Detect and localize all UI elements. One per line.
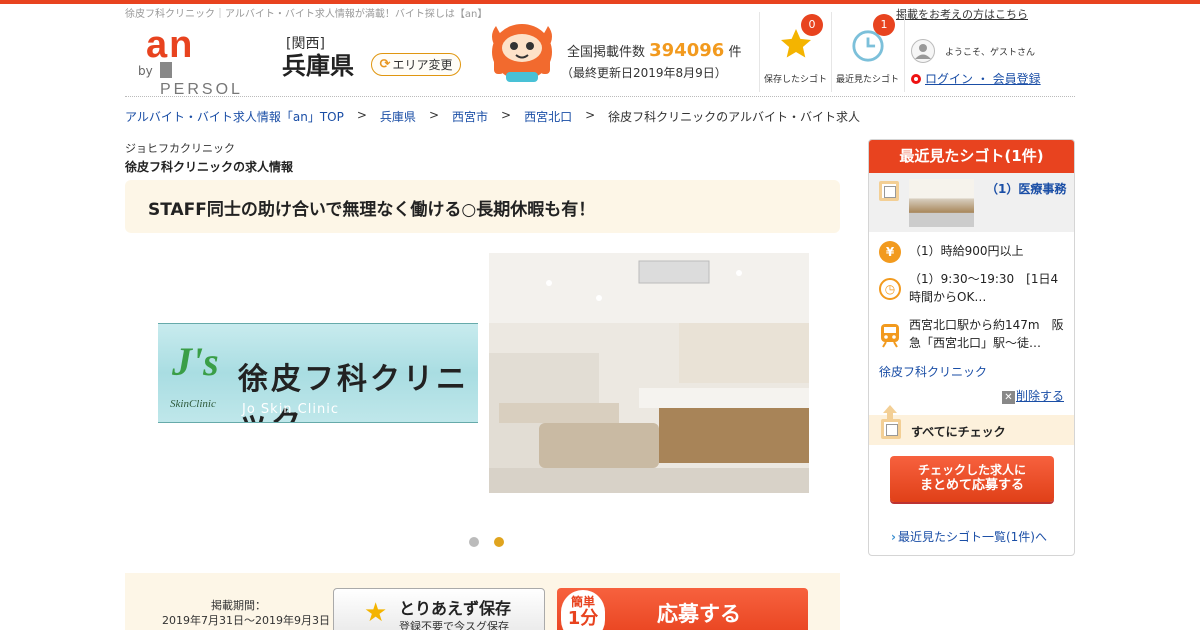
mascot-icon — [492, 24, 552, 82]
login-register-link[interactable]: ログイン ・ 会員登録 — [911, 70, 1041, 87]
close-icon: ✕ — [1001, 391, 1015, 404]
prefecture-title: 兵庫県 — [282, 52, 354, 80]
listing-count: 全国掲載件数 394096 件 — [567, 40, 742, 61]
breadcrumb-prefecture[interactable]: 兵庫県 — [380, 108, 416, 125]
company-kana: ジョヒフカクリニック — [125, 142, 235, 155]
site-tagline: 徐皮フ科クリニック｜アルバイト・バイト求人情報が満載！バイト探しは【an】 — [125, 9, 488, 20]
save-for-now-button[interactable]: ★ とりあえず保存 登録不要で今スグ保存 — [333, 588, 545, 630]
job-heading: 徐皮フ科クリニックの求人情報 — [125, 160, 294, 174]
breadcrumb-separator: > — [356, 108, 367, 122]
job-thumbnail[interactable] — [909, 179, 974, 227]
saved-count-badge: 0 — [801, 14, 823, 36]
bulk-apply-button[interactable]: チェックした求人に まとめて応募する — [890, 456, 1054, 502]
slide-dot-1[interactable] — [469, 537, 479, 547]
hours-text: （1）9:30～19:30 [1日4時間からOK… — [909, 272, 1059, 304]
company-link[interactable]: 徐皮フ科クリニック — [879, 363, 987, 380]
clinic-logo-sub: SkinClinic — [170, 398, 216, 410]
slide-clinic-logo[interactable]: J's SkinClinic 徐皮フ科クリニック Jo Skin Clinic — [158, 323, 478, 423]
area-change-label: エリア変更 — [392, 58, 453, 72]
recent-jobs-label: 最近見たシゴト — [835, 75, 899, 85]
apply-button-label: 応募する — [657, 602, 741, 626]
recent-jobs-button[interactable]: 1 最近見たシゴト — [831, 12, 903, 92]
recent-job-item: （1）医療事務 — [869, 173, 1074, 232]
site-logo[interactable]: an by PERSOL — [138, 24, 253, 98]
breadcrumb-separator: > — [501, 108, 512, 122]
recent-job-title[interactable]: （1）医療事務 — [986, 180, 1066, 197]
bulk-apply-line2: まとめて応募する — [919, 478, 1024, 493]
check-all-row[interactable]: すべてにチェック — [869, 405, 1074, 445]
breadcrumb-current: 徐皮フ科クリニックのアルバイト・バイト求人 — [608, 110, 861, 124]
breadcrumb-city[interactable]: 西宮市 — [452, 108, 488, 125]
access-text: 西宮北口駅から約147m 阪急「西宮北口」駅～徒… — [909, 318, 1064, 350]
breadcrumb-station[interactable]: 西宮北口 — [524, 108, 572, 125]
user-icon — [915, 44, 931, 59]
train-icon — [881, 324, 899, 348]
check-all-checkbox[interactable] — [881, 419, 901, 439]
login-dot-icon — [911, 74, 921, 84]
clinic-logo-mark: J's — [172, 339, 219, 384]
logo-by: by — [138, 64, 153, 78]
period-value: 2019年7月31日～2019年9月3日 — [162, 614, 330, 627]
delete-link[interactable]: ✕ 削除する — [1001, 387, 1064, 404]
breadcrumb-top[interactable]: アルバイト・バイト求人情報「an」TOP — [125, 108, 344, 125]
save-button-label: とりあえず保存 — [399, 599, 512, 618]
star-icon: ★ — [364, 598, 388, 628]
saved-jobs-button[interactable]: 0 保存したシゴト — [759, 12, 831, 92]
area-change-button[interactable]: ⟳ エリア変更 — [371, 53, 461, 76]
user-area: ようこそ、ゲストさん ログイン ・ 会員登録 — [904, 12, 1074, 92]
recent-panel-title: 最近見たシゴト(1件) — [869, 140, 1074, 173]
period-label: 掲載期間： — [211, 599, 266, 612]
top-accent-bar — [0, 0, 1200, 4]
job-checkbox[interactable] — [879, 181, 899, 201]
check-all-label: すべてにチェック — [911, 425, 1006, 439]
last-updated: （最終更新日2019年8月9日） — [561, 66, 727, 80]
refresh-icon: ⟳ — [379, 57, 391, 72]
apply-button[interactable]: 簡単 1分 応募する — [557, 588, 808, 630]
logo-an: an — [146, 24, 195, 66]
header-divider — [125, 96, 1075, 97]
breadcrumb-separator: > — [585, 108, 596, 122]
slide-indicator — [469, 537, 504, 547]
saved-jobs-label: 保存したシゴト — [763, 75, 827, 85]
welcome-text: ようこそ、ゲストさん — [945, 48, 1036, 58]
arrow-up-icon — [883, 405, 897, 419]
clinic-logo-name-en: Jo Skin Clinic — [242, 402, 339, 417]
breadcrumb: アルバイト・バイト求人情報「an」TOP > 兵庫県 > 西宮市 > 西宮北口 … — [125, 108, 860, 125]
listing-count-number: 394096 — [649, 40, 725, 61]
slide-clinic-photo[interactable] — [489, 253, 809, 493]
slide-dot-2-active[interactable] — [494, 537, 504, 547]
logo-persol: PERSOL — [160, 62, 253, 99]
avatar — [911, 39, 935, 63]
quick-apply-badge: 簡単 1分 — [561, 590, 605, 630]
chevron-right-icon: › — [891, 530, 896, 544]
recent-count-badge: 1 — [873, 14, 895, 36]
recent-list-link[interactable]: › 最近見たシゴト一覧(1件)へ — [891, 528, 1047, 545]
breadcrumb-separator: > — [428, 108, 439, 122]
catch-copy: STAFF同士の助け合いで無理なく働ける○長期休暇も有！ — [125, 180, 840, 233]
apply-bar: 掲載期間： 2019年7月31日～2019年9月3日 ★ とりあえず保存 登録不… — [125, 573, 840, 630]
save-button-sublabel: 登録不要で今スグ保存 — [399, 620, 509, 630]
clock-icon: ◷ — [879, 278, 901, 300]
bulk-apply-line1: チェックした求人に — [917, 463, 1026, 477]
recent-jobs-panel: 最近見たシゴト(1件) （1）医療事務 ¥ （1）時給900円以上 ◷ （1）9… — [868, 139, 1075, 556]
wage-text: （1）時給900円以上 — [909, 244, 1024, 258]
yen-icon: ¥ — [879, 241, 901, 263]
